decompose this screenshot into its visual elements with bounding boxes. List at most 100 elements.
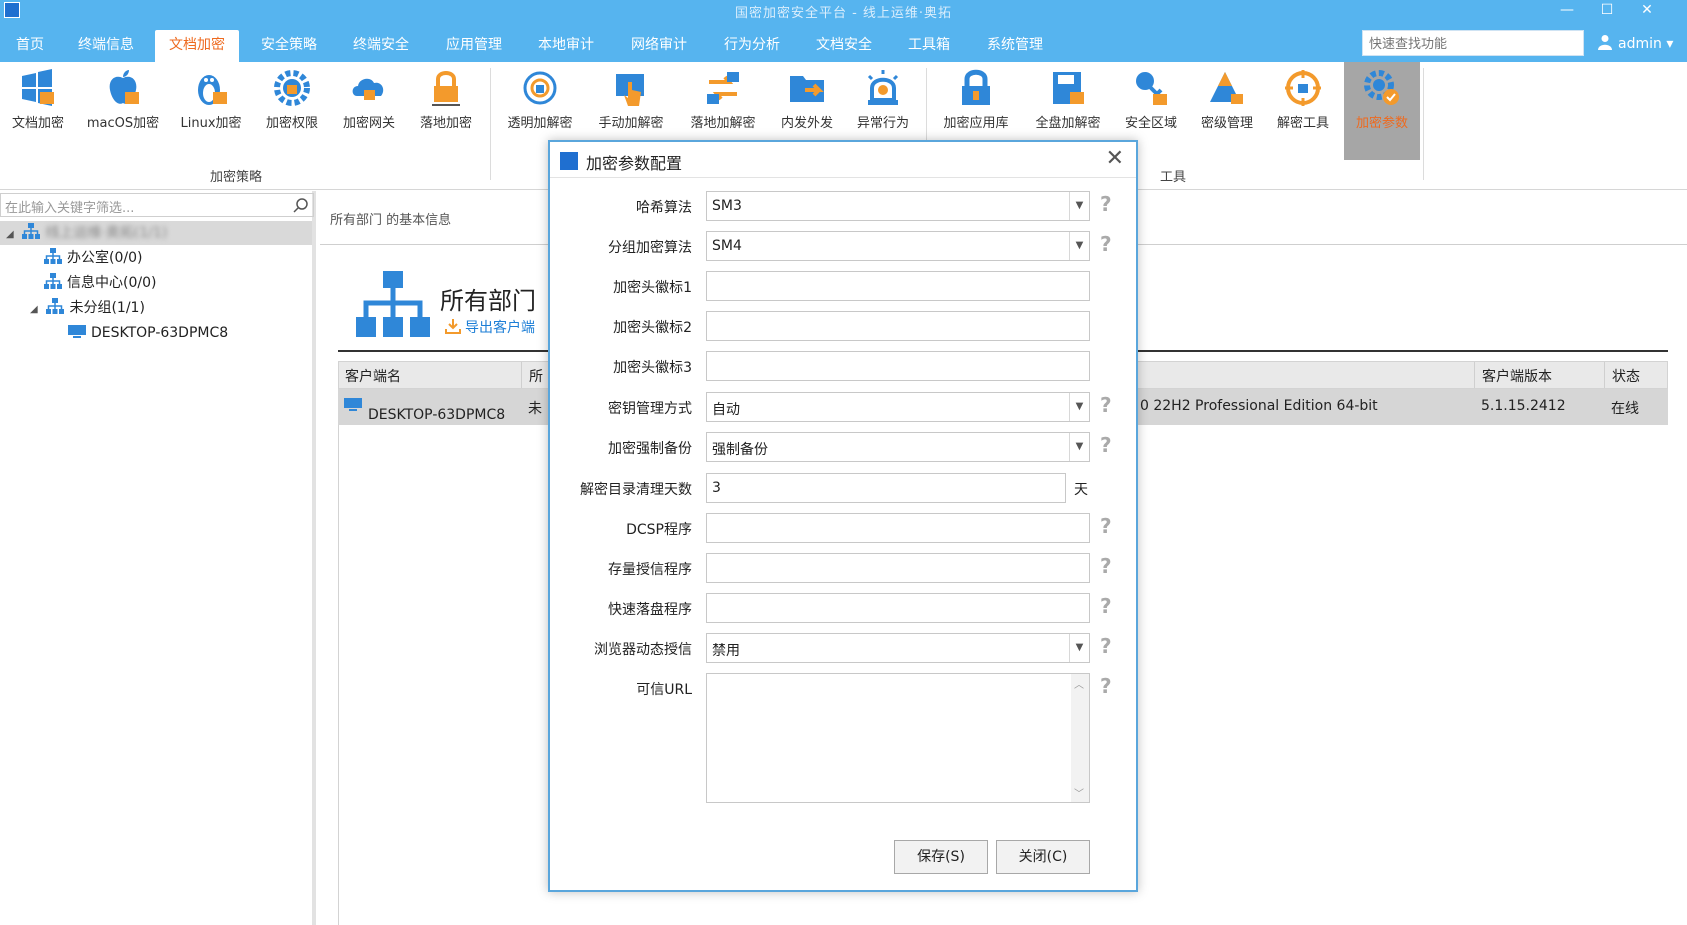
menu-doc-encrypt[interactable]: 文档加密 — [155, 30, 239, 62]
col-status[interactable]: 状态 — [1612, 366, 1640, 386]
chevron-down-icon[interactable]: ▼ — [1069, 192, 1089, 220]
field-header3: 加密头徽标3 — [550, 350, 1136, 382]
menu-local-audit[interactable]: 本地审计 — [524, 30, 608, 62]
chevron-down-icon[interactable]: ▼ — [1069, 232, 1089, 260]
help-icon[interactable]: ? — [1100, 594, 1112, 618]
col-client-name[interactable]: 客户端名 — [345, 366, 401, 386]
ribbon-doc-encrypt[interactable]: 文档加密 — [4, 62, 72, 160]
dcsp-input[interactable] — [706, 513, 1090, 543]
header2-input[interactable] — [706, 311, 1090, 341]
close-icon[interactable]: ✕ — [1627, 0, 1667, 22]
cell-status: 在线 — [1611, 401, 1639, 417]
ribbon-landing-encrypt[interactable]: 落地加密 — [410, 62, 482, 160]
help-icon[interactable]: ? — [1100, 554, 1112, 578]
dialog-close-icon[interactable]: ✕ — [1106, 146, 1124, 172]
gear-check-icon — [1364, 70, 1399, 105]
forced-backup-select[interactable]: 强制备份 ▼ — [706, 432, 1090, 462]
ribbon-decrypt-tool[interactable]: 解密工具 — [1268, 62, 1338, 160]
field-dcsp: DCSP程序 ? — [550, 512, 1136, 544]
browser-trust-select[interactable]: 禁用 ▼ — [706, 633, 1090, 663]
ribbon-encrypt-permission[interactable]: 加密权限 — [257, 62, 327, 160]
dialog-title: 加密参数配置 — [586, 154, 683, 173]
field-forced-backup: 加密强制备份 强制备份 ▼ ? — [550, 431, 1136, 463]
field-trusted-url: 可信URL ︿ ﹀ ? — [550, 672, 1136, 808]
chevron-down-icon[interactable]: ▼ — [1069, 433, 1089, 461]
header3-input[interactable] — [706, 351, 1090, 381]
column-divider — [1474, 362, 1475, 388]
ribbon-separator — [1423, 68, 1424, 180]
collapse-icon[interactable]: ◢ — [6, 223, 18, 247]
menu-network-audit[interactable]: 网络审计 — [617, 30, 701, 62]
ribbon-encrypt-gateway[interactable]: 加密网关 — [333, 62, 405, 160]
cell-version: 5.1.15.2412 — [1481, 398, 1566, 414]
ribbon-linux-encrypt[interactable]: Linux加密 — [172, 62, 250, 160]
col-client-version[interactable]: 客户端版本 — [1482, 366, 1552, 386]
field-hash: 哈希算法 SM3 ▼ ? — [550, 190, 1136, 222]
target-lock-icon — [523, 71, 557, 105]
apple-lock-icon — [109, 70, 139, 104]
trusted-url-textarea[interactable]: ︿ ﹀ — [706, 673, 1090, 803]
disk-lock-icon — [1053, 72, 1084, 104]
help-icon[interactable]: ? — [1100, 232, 1112, 256]
padlock-icon — [432, 71, 460, 106]
exchange-lock-icon — [707, 72, 739, 104]
dialog-title-bar: 加密参数配置 ✕ — [550, 142, 1136, 178]
help-icon[interactable]: ? — [1100, 674, 1112, 698]
field-header2: 加密头徽标2 — [550, 310, 1136, 342]
search-icon[interactable] — [293, 197, 309, 213]
tree-node-office[interactable]: 办公室(0/0) — [0, 246, 142, 270]
export-clients-link[interactable]: 导出客户端 — [445, 317, 535, 337]
user-menu[interactable]: admin ▾ — [1598, 34, 1673, 52]
help-icon[interactable]: ? — [1100, 433, 1112, 457]
org-tree-icon — [46, 298, 65, 314]
fast-disk-input[interactable] — [706, 593, 1090, 623]
chevron-down-icon[interactable]: ▼ — [1069, 393, 1089, 421]
tree-node-computer[interactable]: DESKTOP-63DPMC8 — [0, 321, 228, 345]
tree-node-info-center[interactable]: 信息中心(0/0) — [0, 271, 156, 295]
header1-input[interactable] — [706, 271, 1090, 301]
ribbon-separator — [490, 68, 491, 180]
collapse-icon[interactable]: ◢ — [30, 298, 42, 322]
menu-home[interactable]: 首页 — [2, 30, 58, 62]
menu-doc-security[interactable]: 文档安全 — [802, 30, 886, 62]
menu-terminal-info[interactable]: 终端信息 — [64, 30, 148, 62]
textarea-scrollbar[interactable]: ︿ ﹀ — [1071, 674, 1089, 802]
tree-filter-input[interactable]: 在此输入关键字筛选... — [0, 193, 314, 217]
ribbon-encrypt-params[interactable]: 加密参数 — [1344, 62, 1420, 160]
scroll-down-icon[interactable]: ﹀ — [1074, 785, 1084, 800]
days-unit: 天 — [1074, 482, 1088, 498]
menu-behavior-analysis[interactable]: 行为分析 — [710, 30, 794, 62]
help-icon[interactable]: ? — [1100, 192, 1112, 216]
cleanup-days-input[interactable]: 3 — [706, 473, 1066, 503]
menu-toolbox[interactable]: 工具箱 — [894, 30, 964, 62]
maximize-icon[interactable]: ☐ — [1587, 0, 1627, 22]
menu-terminal-security[interactable]: 终端安全 — [339, 30, 423, 62]
field-block-cipher: 分组加密算法 SM4 ▼ ? — [550, 230, 1136, 262]
close-button[interactable]: 关闭(C) — [996, 840, 1090, 874]
hash-select[interactable]: SM3 ▼ — [706, 191, 1090, 221]
stock-trust-input[interactable] — [706, 553, 1090, 583]
quick-search-input[interactable] — [1362, 30, 1584, 56]
menu-system-management[interactable]: 系统管理 — [973, 30, 1057, 62]
menu-security-policy[interactable]: 安全策略 — [247, 30, 331, 62]
org-tree-icon — [22, 223, 41, 239]
cloud-lock-icon — [352, 78, 384, 100]
tree-node-ungrouped[interactable]: ◢ 未分组(1/1) — [0, 296, 145, 320]
help-icon[interactable]: ? — [1100, 634, 1112, 658]
menu-app-management[interactable]: 应用管理 — [432, 30, 516, 62]
field-header1: 加密头徽标1 — [550, 270, 1136, 302]
help-icon[interactable]: ? — [1100, 514, 1112, 538]
chevron-down-icon[interactable]: ▼ — [1069, 634, 1089, 662]
cell-client-name: DESKTOP-63DPMC8 — [344, 398, 505, 423]
tree-root-node[interactable]: ◢ 线上运维·奥拓(1/1) — [0, 221, 312, 245]
ribbon-macos-encrypt[interactable]: macOS加密 — [80, 62, 166, 160]
minimize-icon[interactable]: — — [1547, 0, 1587, 22]
col-group[interactable]: 所 — [529, 366, 543, 386]
key-mgmt-select[interactable]: 自动 ▼ — [706, 392, 1090, 422]
help-icon[interactable]: ? — [1100, 393, 1112, 417]
ribbon-classification[interactable]: 密级管理 — [1192, 62, 1262, 160]
save-button[interactable]: 保存(S) — [894, 840, 988, 874]
scroll-up-icon[interactable]: ︿ — [1074, 676, 1084, 691]
block-cipher-select[interactable]: SM4 ▼ — [706, 231, 1090, 261]
linux-lock-icon — [198, 75, 227, 105]
